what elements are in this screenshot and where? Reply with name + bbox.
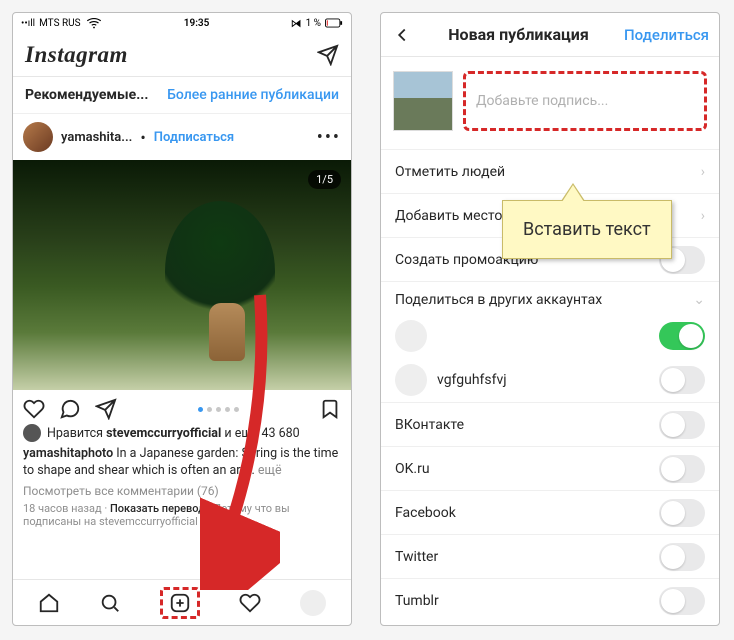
account-row[interactable]: vgfguhfsfvj (381, 358, 719, 402)
battery-icon (325, 18, 343, 28)
activity-tab-icon[interactable] (239, 592, 261, 614)
create-tab-icon[interactable] (160, 587, 200, 619)
account-name: vgfguhfsfvj (437, 372, 507, 388)
carrier: MTS RUS (39, 18, 80, 29)
post-thumbnail[interactable] (393, 71, 453, 131)
like-icon[interactable] (23, 398, 45, 420)
share-section-header[interactable]: Поделиться в других аккаунтах ⌄ (381, 281, 719, 314)
caption-more[interactable]: ещё (258, 463, 282, 478)
add-place-label: Добавить место (395, 208, 502, 224)
app-header: Instagram (13, 33, 351, 77)
clock: 19:35 (184, 18, 210, 29)
battery-pct: 1 % (306, 18, 321, 29)
network-row[interactable]: OK.ru (381, 446, 719, 490)
likes-user: stevemccurryofficial (106, 426, 221, 441)
post-header: yamashita... • Подписаться ••• (13, 114, 351, 160)
post-time: 18 часов назад (23, 502, 102, 515)
profile-tab-icon[interactable] (300, 590, 326, 616)
network-label: Facebook (395, 505, 456, 521)
network-toggle[interactable] (659, 587, 705, 615)
signal-icon: ••ıll (21, 18, 35, 29)
home-tab-icon[interactable] (38, 592, 60, 614)
likes-suffix: и ещё 43 680 (224, 426, 299, 441)
tab-bar (13, 579, 351, 625)
view-comments[interactable]: Посмотреть все комментарии (76) (13, 482, 351, 500)
network-label: OK.ru (395, 461, 430, 477)
status-bar: ••ıll MTS RUS 19:35 ⧒ 1 % (13, 13, 351, 33)
phone-right: Новая публикация Поделиться Добавьте под… (380, 12, 720, 626)
account-avatar (395, 364, 427, 396)
network-toggle[interactable] (659, 499, 705, 527)
post-caption: yamashitaphoto In a Japanese garden: Spr… (13, 444, 351, 482)
network-toggle[interactable] (659, 411, 705, 439)
liker-avatar (23, 424, 41, 442)
back-icon[interactable] (391, 24, 413, 46)
tag-people-row[interactable]: Отметить людей › (381, 149, 719, 193)
comment-icon[interactable] (59, 398, 81, 420)
follow-link[interactable]: Подписаться (154, 130, 234, 145)
likes-row[interactable]: Нравится stevemccurryofficial и ещё 43 6… (13, 422, 351, 444)
account-row[interactable] (381, 314, 719, 358)
caption-placeholder: Добавьте подпись... (476, 93, 608, 109)
compose-area: Добавьте подпись... (381, 57, 719, 149)
caption-user[interactable]: yamashitaphoto (23, 446, 113, 461)
post-meta: 18 часов назад · Показать перевод · Пото… (13, 500, 351, 534)
avatar[interactable] (23, 122, 53, 152)
callout-text: Вставить текст (523, 219, 651, 240)
annotation-callout: Вставить текст (502, 200, 672, 259)
network-label: ВКонтакте (395, 417, 464, 433)
more-options-icon[interactable]: ••• (317, 127, 341, 148)
save-icon[interactable] (319, 398, 341, 420)
nav-bar: Новая публикация Поделиться (381, 13, 719, 57)
recommend-title: Рекомендуемые... (25, 87, 148, 103)
post-actions (13, 390, 351, 422)
post-image[interactable]: 1/5 (13, 160, 351, 390)
image-counter: 1/5 (308, 170, 341, 189)
chevron-right-icon: › (701, 208, 705, 224)
nav-title: Новая публикация (448, 25, 589, 44)
direct-icon[interactable] (317, 44, 339, 66)
translate-link[interactable]: Показать перевод (110, 502, 205, 515)
carousel-dots (131, 407, 305, 412)
network-row[interactable]: Tumblr (381, 578, 719, 622)
search-tab-icon[interactable] (99, 592, 121, 614)
instagram-logo: Instagram (25, 42, 128, 68)
network-label: Twitter (395, 549, 438, 565)
account-toggle[interactable] (659, 366, 705, 394)
caption-input[interactable]: Добавьте подпись... (463, 71, 707, 131)
network-row[interactable]: ВКонтакте (381, 402, 719, 446)
share-section-label: Поделиться в других аккаунтах (395, 292, 602, 308)
bluetooth-icon: ⧒ (291, 17, 302, 30)
chevron-down-icon: ⌄ (693, 292, 705, 308)
phone-left: ••ıll MTS RUS 19:35 ⧒ 1 % Instagram Реко… (12, 12, 352, 626)
network-row[interactable]: Facebook (381, 490, 719, 534)
account-toggle[interactable] (659, 322, 705, 350)
share-icon[interactable] (95, 398, 117, 420)
account-avatar (395, 320, 427, 352)
chevron-right-icon: › (701, 164, 705, 180)
likes-prefix: Нравится (47, 426, 103, 441)
tag-people-label: Отметить людей (395, 164, 505, 180)
network-toggle[interactable] (659, 455, 705, 483)
share-button[interactable]: Поделиться (624, 26, 709, 44)
post-username[interactable]: yamashita... (61, 130, 132, 145)
recommend-bar: Рекомендуемые... Более ранние публикации (13, 77, 351, 114)
network-row[interactable]: Twitter (381, 534, 719, 578)
earlier-posts-link[interactable]: Более ранние публикации (167, 87, 339, 103)
wifi-icon (85, 14, 103, 32)
network-label: Tumblr (395, 593, 439, 609)
network-toggle[interactable] (659, 543, 705, 571)
